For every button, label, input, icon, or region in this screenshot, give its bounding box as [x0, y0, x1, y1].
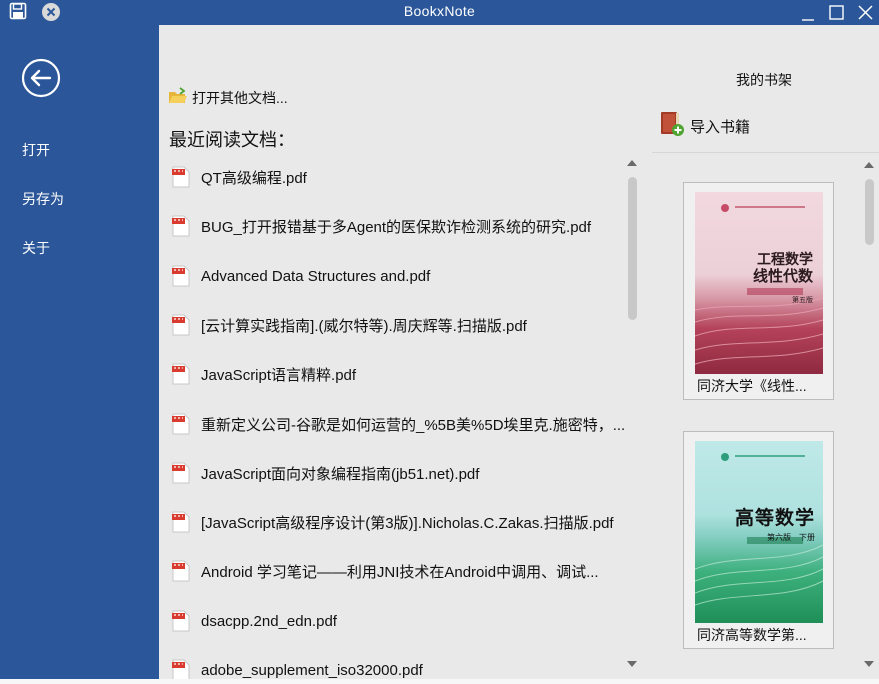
recent-doc-name: adobe_supplement_iso32000.pdf — [201, 661, 423, 679]
sidebar-item-save-as[interactable]: 另存为 — [22, 189, 64, 209]
window-title: BookxNote — [403, 3, 476, 19]
book-cover-edition: 第六版 下册 — [767, 533, 815, 542]
scroll-down-arrow[interactable] — [864, 661, 874, 667]
recent-docs-scrollbar[interactable] — [625, 152, 639, 677]
recent-doc-name: JavaScript语言精粹.pdf — [201, 366, 357, 384]
recent-docs-heading: 最近阅读文档： — [169, 130, 295, 150]
book-card[interactable]: 工程数学 线性代数 第五版 同济大学《线性... — [683, 182, 834, 400]
import-books-button[interactable]: 导入书籍 — [659, 111, 750, 141]
scroll-down-arrow[interactable] — [627, 661, 637, 667]
recent-doc-item[interactable]: 重新定义公司-谷歌是如何运营的_%5B美%5D埃里克.施密特，... — [172, 412, 624, 436]
recent-doc-item[interactable]: [云计算实践指南].(威尔特等).周庆辉等.扫描版.pdf — [172, 313, 527, 337]
recent-doc-name: BUG_打开报错基于多Agent的医保欺诈检测系统的研究.pdf — [201, 218, 592, 236]
recent-doc-name: Android 学习笔记——利用JNI技术在Android中调用、调试... — [201, 563, 599, 581]
recent-doc-name: [JavaScript高级程序设计(第3版)].Nicholas.C.Zakas… — [201, 514, 614, 532]
sidebar: 打开 另存为 关于 — [0, 25, 159, 684]
book-card[interactable]: 高等数学 第六版 下册 同济高等数学第... — [683, 431, 834, 649]
main-content: 打开其他文档... 最近阅读文档： QT高级编程.pdf BUG_打开报错基于多A… — [159, 25, 879, 679]
recent-doc-item[interactable]: JavaScript语言精粹.pdf — [172, 362, 356, 386]
title-bar: BookxNote — [0, 0, 879, 25]
open-other-docs-label: 打开其他文档... — [192, 89, 288, 106]
recent-doc-item[interactable]: dsacpp.2nd_edn.pdf — [172, 609, 337, 633]
book-cover-title-line2: 线性代数 — [752, 268, 813, 285]
book-cover-edition: 第五版 — [792, 297, 813, 304]
book-cover-title-line1: 工程数学 — [757, 251, 813, 267]
recent-doc-item[interactable]: BUG_打开报错基于多Agent的医保欺诈检测系统的研究.pdf — [172, 214, 591, 238]
pdf-file-icon — [172, 511, 190, 533]
recent-doc-name: JavaScript面向对象编程指南(jb51.net).pdf — [201, 465, 480, 483]
bottom-edge — [0, 679, 879, 684]
recent-doc-item[interactable]: [JavaScript高级程序设计(第3版)].Nicholas.C.Zakas… — [172, 510, 614, 534]
book-caption: 同济高等数学第... — [697, 627, 807, 643]
recent-doc-item[interactable]: Advanced Data Structures and.pdf — [172, 264, 430, 288]
pdf-file-icon — [172, 215, 190, 237]
pdf-file-icon — [172, 560, 190, 582]
recent-doc-name: QT高级编程.pdf — [201, 169, 307, 187]
bookshelf-scrollbar[interactable] — [862, 154, 876, 677]
open-other-docs-button[interactable]: 打开其他文档... — [168, 87, 288, 108]
recent-doc-name: dsacpp.2nd_edn.pdf — [201, 612, 337, 630]
sidebar-item-about[interactable]: 关于 — [22, 238, 50, 258]
pdf-file-icon — [172, 413, 190, 435]
recent-doc-name: Advanced Data Structures and.pdf — [201, 267, 431, 285]
bookshelf-title: 我的书架 — [736, 72, 792, 88]
minimize-button[interactable] — [794, 0, 822, 25]
scroll-up-arrow[interactable] — [627, 160, 637, 166]
maximize-button[interactable] — [822, 0, 850, 25]
recent-doc-item[interactable]: QT高级编程.pdf — [172, 165, 307, 189]
shelf-divider — [652, 152, 879, 153]
pdf-file-icon — [172, 265, 190, 287]
pdf-file-icon — [172, 659, 190, 679]
pdf-file-icon — [172, 363, 190, 385]
book-cover: 工程数学 线性代数 第五版 — [695, 192, 823, 374]
pdf-file-icon — [172, 166, 190, 188]
scrollbar-thumb[interactable] — [865, 179, 874, 245]
recent-doc-item[interactable]: adobe_supplement_iso32000.pdf — [172, 658, 423, 679]
back-arrow-icon[interactable] — [21, 58, 61, 103]
recent-doc-name: [云计算实践指南].(威尔特等).周庆辉等.扫描版.pdf — [201, 317, 527, 335]
book-cover: 高等数学 第六版 下册 — [695, 441, 823, 623]
scroll-up-arrow[interactable] — [864, 162, 874, 168]
pdf-file-icon — [172, 462, 190, 484]
book-caption: 同济大学《线性... — [697, 378, 807, 394]
folder-icon — [168, 87, 188, 108]
pdf-file-icon — [172, 610, 190, 632]
recent-docs-list: QT高级编程.pdf BUG_打开报错基于多Agent的医保欺诈检测系统的研究.p… — [159, 152, 624, 679]
close-button[interactable] — [851, 0, 879, 25]
import-book-icon — [659, 111, 685, 141]
sidebar-item-open[interactable]: 打开 — [22, 140, 50, 160]
book-cover-title-line1: 高等数学 — [734, 508, 815, 529]
pdf-file-icon — [172, 314, 190, 336]
recent-doc-name: 重新定义公司-谷歌是如何运营的_%5B美%5D埃里克.施密特，... — [201, 416, 624, 434]
import-books-label: 导入书籍 — [690, 118, 751, 136]
scrollbar-thumb[interactable] — [628, 177, 637, 320]
recent-doc-item[interactable]: JavaScript面向对象编程指南(jb51.net).pdf — [172, 461, 479, 485]
recent-doc-item[interactable]: Android 学习笔记——利用JNI技术在Android中调用、调试... — [172, 559, 599, 583]
